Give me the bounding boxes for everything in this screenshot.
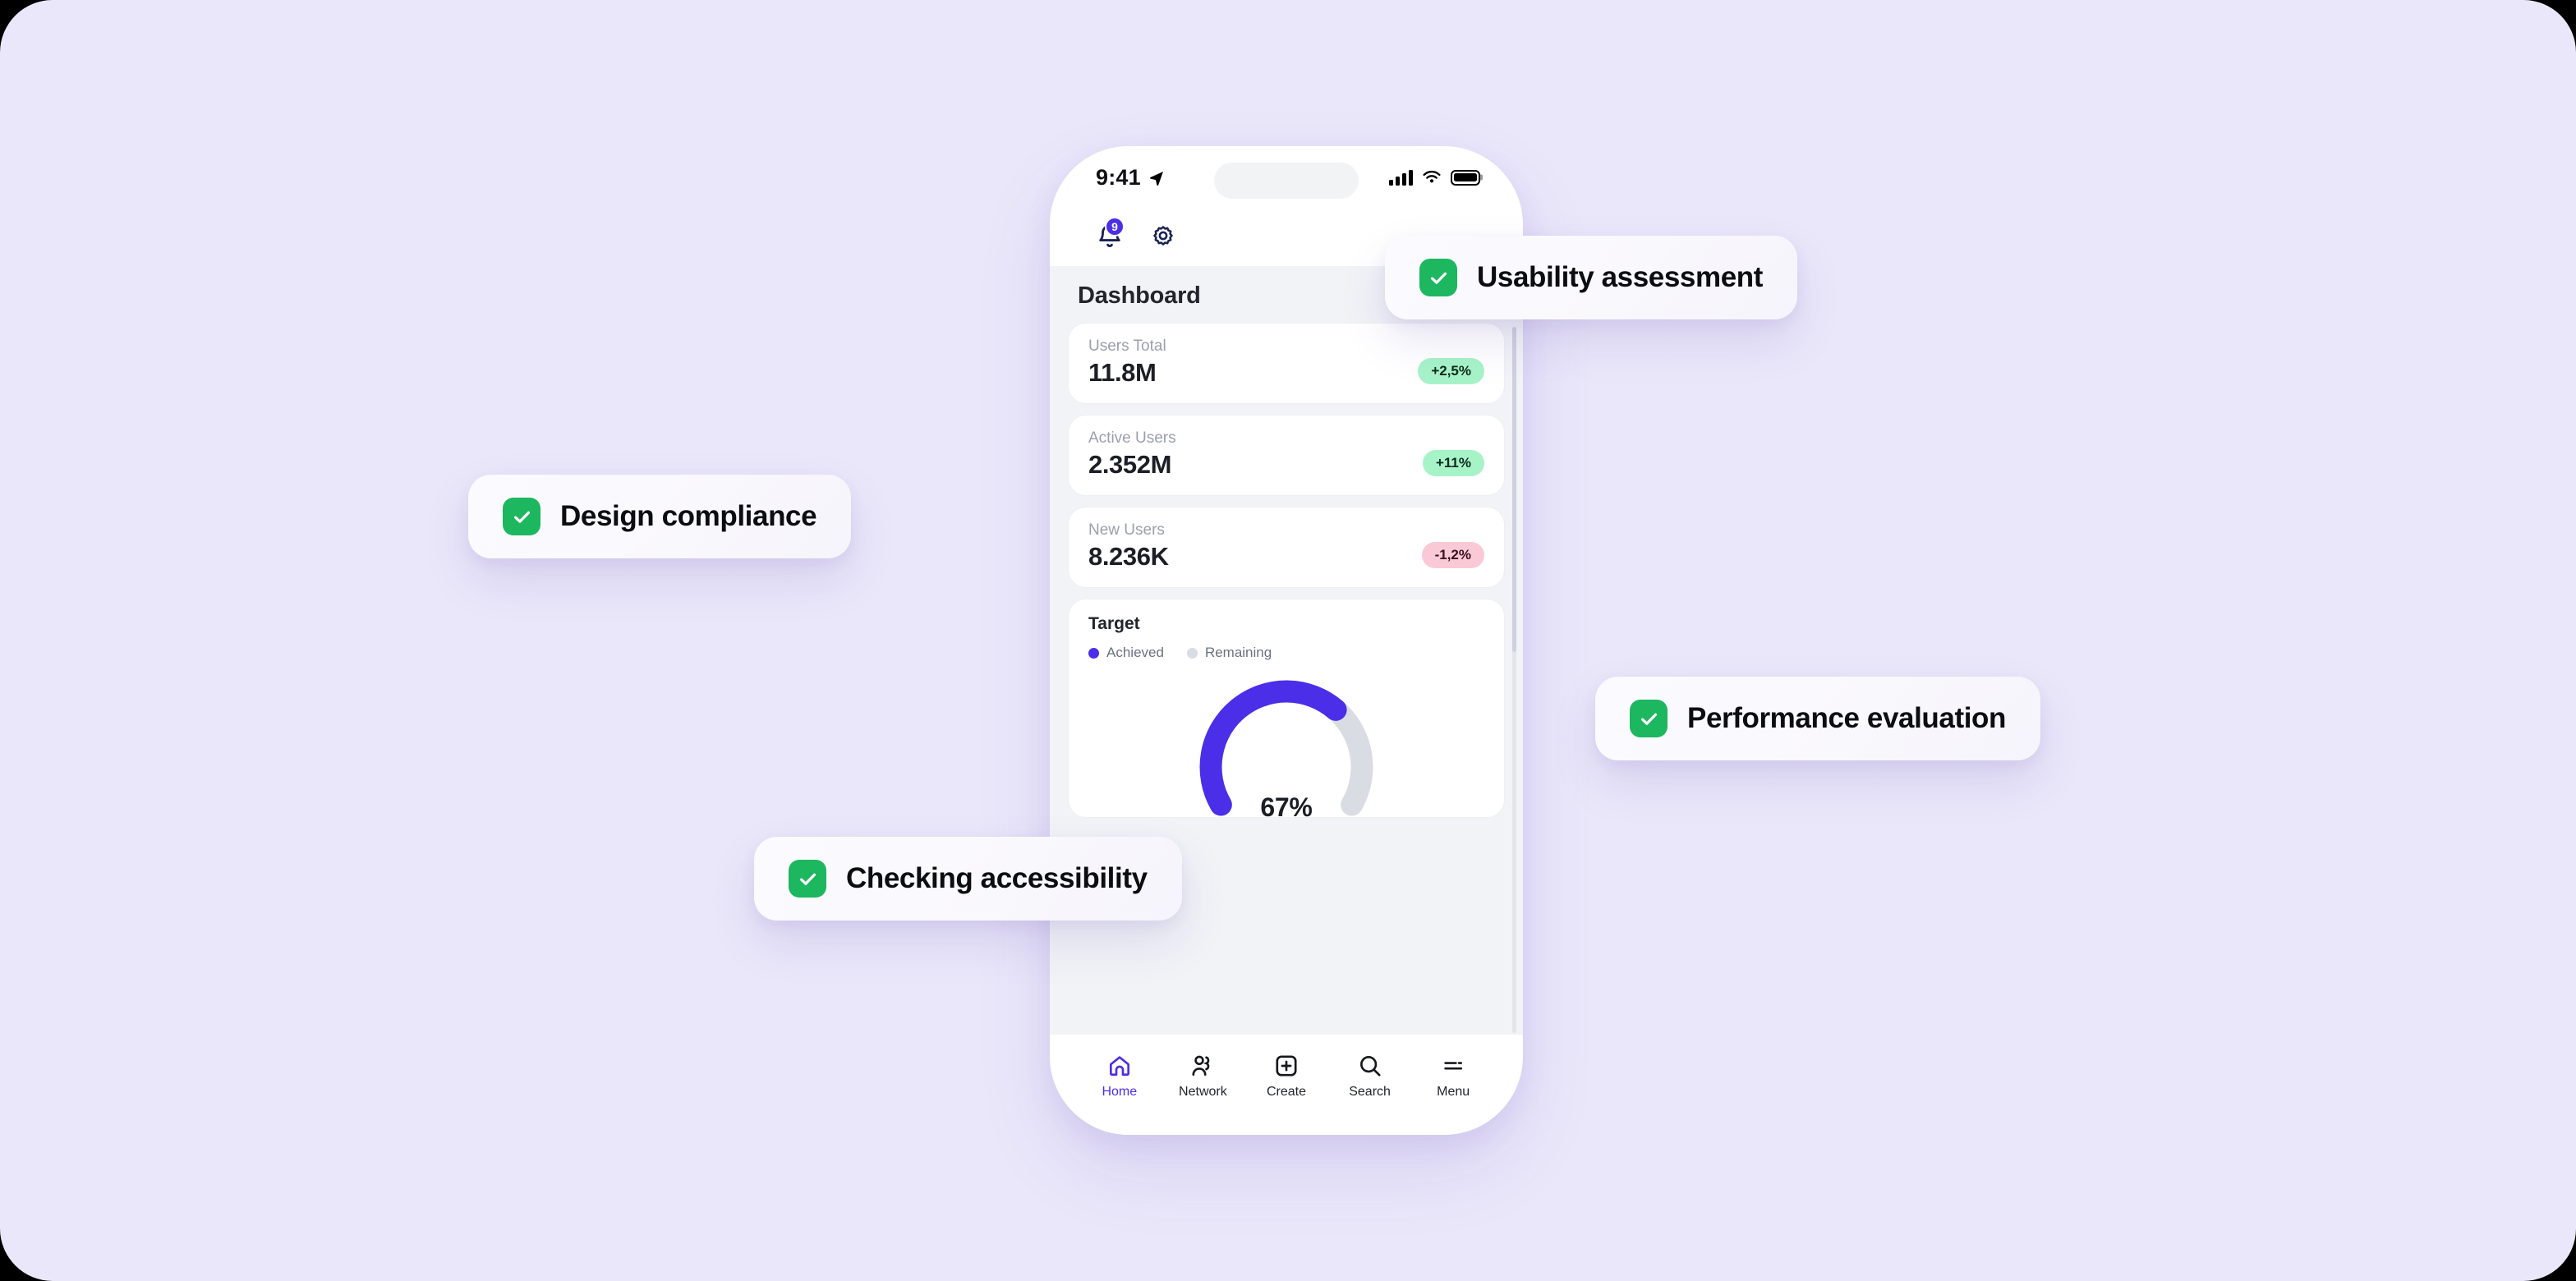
settings-button[interactable] [1150,224,1176,250]
scrollbar-track[interactable] [1512,327,1516,1033]
chip-design-compliance[interactable]: Design compliance [468,475,852,558]
check-icon [1419,259,1457,296]
legend-item-remaining: Remaining [1186,645,1272,661]
status-bar-time: 9:41 [1096,164,1141,190]
chip-checking-accessibility[interactable]: Checking accessibility [754,837,1182,921]
tab-create[interactable]: Create [1244,1053,1328,1100]
status-bar: 9:41 [1050,146,1523,209]
stat-card-new-users[interactable]: New Users 8.236K -1,2% [1068,507,1505,588]
chip-performance-evaluation[interactable]: Performance evaluation [1595,677,2041,760]
tab-label: Create [1266,1085,1306,1099]
target-card-title: Target [1088,614,1140,633]
chip-label: Design compliance [560,500,817,532]
create-icon [1276,1055,1297,1077]
menu-icon [1444,1062,1463,1070]
check-icon [789,860,826,898]
chip-label: Checking accessibility [846,862,1148,894]
tab-label: Home [1102,1085,1138,1099]
location-arrow-icon [1150,172,1163,186]
stat-value: 2.352M [1088,450,1171,479]
wifi-icon [1423,170,1441,183]
stat-delta-badge: +2,5% [1418,358,1484,384]
battery-full-icon [1451,169,1480,186]
legend-label: Remaining [1204,645,1272,660]
legend-label: Achieved [1106,645,1164,660]
poster-canvas: 9:41 9 Dashboard Users Total 11.8M +2,5%… [0,0,2576,1281]
bottom-tab-bar: Home Network Create Search Menu [1050,1035,1523,1135]
tab-menu[interactable]: Menu [1411,1053,1495,1100]
stat-value: 8.236K [1088,542,1169,571]
gauge-remaining-arc [1324,698,1373,816]
home-icon [1109,1056,1129,1076]
stat-value: 11.8M [1088,358,1157,387]
status-bar-indicators [1389,169,1480,186]
search-icon [1359,1056,1381,1077]
chip-label: Usability assessment [1477,261,1764,293]
stat-label: New Users [1088,521,1165,539]
stat-delta-badge: +11% [1422,450,1484,476]
tab-label: Search [1349,1085,1391,1099]
tab-network[interactable]: Network [1162,1053,1245,1100]
tab-home[interactable]: Home [1078,1053,1162,1100]
legend-item-achieved: Achieved [1088,645,1164,661]
check-icon [503,498,540,535]
gauge-achieved-arc [1199,680,1347,816]
dynamic-island [1214,163,1359,199]
legend-swatch [1088,647,1099,659]
stat-label: Active Users [1088,429,1176,447]
stat-card-active-users[interactable]: Active Users 2.352M +11% [1068,415,1505,496]
stat-label: Users Total [1088,337,1166,355]
tab-search[interactable]: Search [1328,1053,1412,1100]
notifications-button[interactable]: 9 [1096,217,1125,251]
chip-usability-assessment[interactable]: Usability assessment [1385,236,1798,319]
notification-count-badge: 9 [1105,217,1125,236]
status-bar-time-group: 9:41 [1096,165,1165,191]
tab-label: Menu [1437,1085,1470,1099]
stat-text-group: New Users 8.236K [1088,521,1169,572]
network-icon [1192,1055,1210,1076]
gauge-center-percent: 67% [1260,792,1313,822]
stat-card-users-total[interactable]: Users Total 11.8M +2,5% [1068,323,1505,404]
target-gauge-chart: 67% [1088,673,1484,822]
gear-icon [1153,226,1173,246]
chip-label: Performance evaluation [1687,702,2007,734]
check-icon [1630,700,1668,737]
gauge-svg [1199,680,1373,816]
scrollbar-thumb[interactable] [1512,327,1516,652]
legend-swatch [1186,647,1198,659]
target-chart-card[interactable]: Target Achieved Remaining 67% [1068,599,1505,822]
cellular-signal-icon [1389,169,1413,186]
stat-text-group: Users Total 11.8M [1088,337,1166,388]
stat-delta-badge: -1,2% [1421,542,1484,568]
tab-label: Network [1179,1085,1227,1099]
chart-legend: Achieved Remaining [1088,645,1484,661]
stat-text-group: Active Users 2.352M [1088,429,1176,480]
